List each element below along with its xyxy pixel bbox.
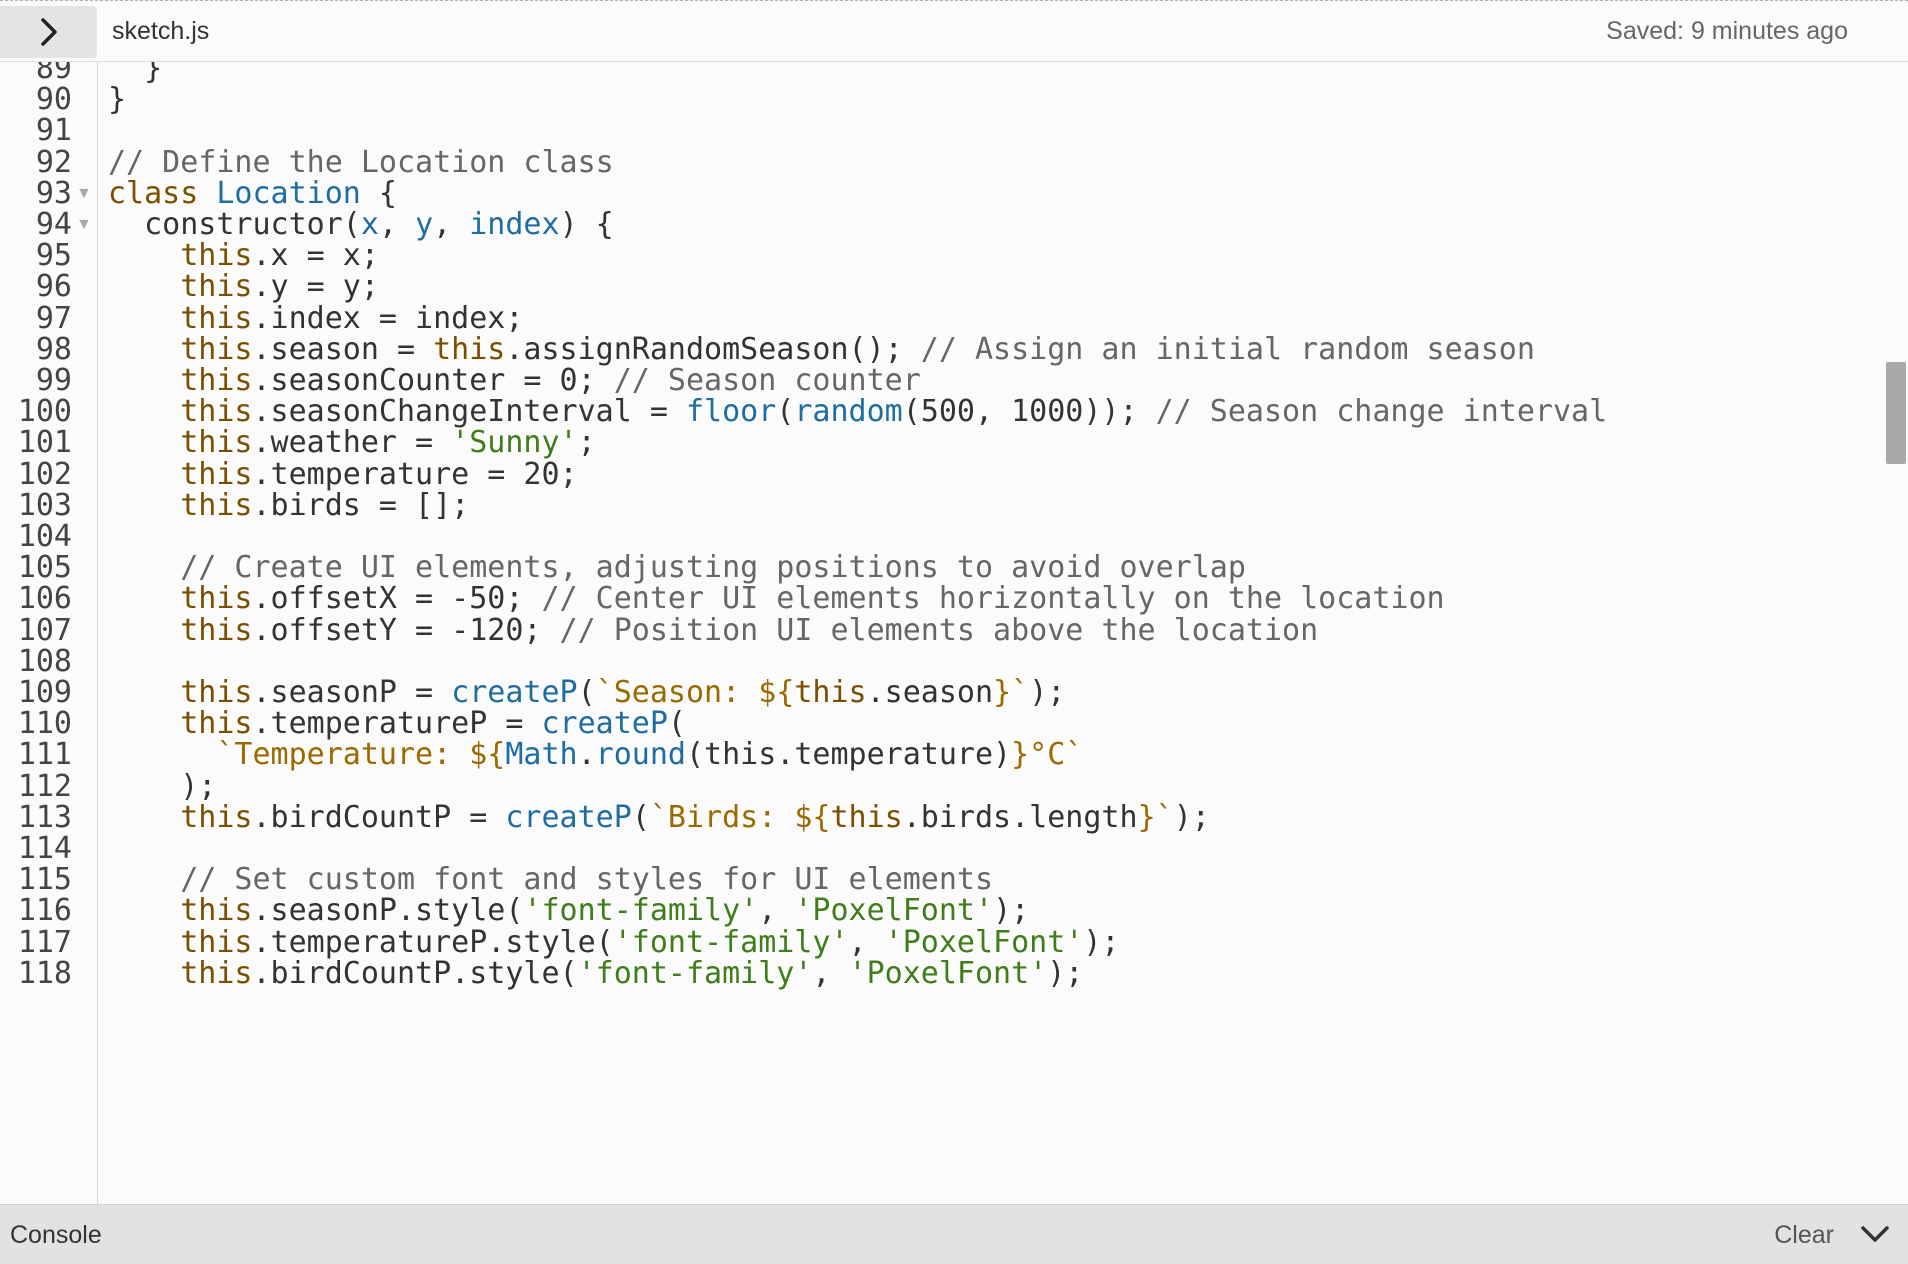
code-token: createP — [505, 799, 632, 835]
clear-console-button[interactable]: Clear — [1774, 1221, 1834, 1250]
code-token: ; — [577, 425, 596, 461]
code-token: this — [180, 612, 253, 648]
code-token: index — [469, 207, 560, 242]
code-token: , — [812, 955, 849, 991]
line-number: 118 — [17, 955, 72, 991]
code-token: // Season change interval — [1155, 394, 1608, 430]
code-token: // Assign an initial random season — [920, 331, 1535, 367]
code-token: .birdCountP.style( — [252, 955, 578, 991]
code-token: ( — [776, 394, 795, 430]
code-token: this — [180, 799, 253, 835]
code-token: }` — [1137, 799, 1174, 835]
code-token: y — [415, 207, 434, 242]
code-token: round — [595, 737, 686, 773]
code-line[interactable]: this.offsetY = -120; // Position UI elem… — [108, 612, 1318, 650]
code-token: this — [180, 487, 253, 523]
code-line[interactable]: } — [108, 81, 126, 119]
code-token: this — [794, 675, 867, 710]
code-line[interactable]: `Temperature: ${Math.round(this.temperat… — [108, 736, 1083, 774]
code-token: ); — [1029, 675, 1066, 710]
code-token: .offsetY = -120; — [252, 612, 560, 648]
code-token: this — [180, 955, 253, 991]
code-token: .birds = []; — [252, 487, 470, 523]
code-token: .birds.length — [902, 799, 1138, 835]
chevron-right-icon — [40, 18, 57, 46]
code-token: . — [577, 737, 596, 773]
code-token: `Temperature: ${ — [216, 737, 506, 773]
code-line[interactable]: this.birdCountP = createP(`Birds: ${this… — [108, 799, 1210, 837]
code-token: ); — [1173, 799, 1210, 835]
code-token: ); — [1083, 924, 1120, 960]
chevron-down-icon — [1861, 1226, 1889, 1242]
code-token: Math — [505, 737, 578, 773]
code-token: 'font-family' — [577, 955, 813, 991]
code-token: }` — [993, 675, 1030, 710]
editor-header: sketch.js Saved: 9 minutes ago — [0, 0, 1908, 62]
code-line[interactable]: this.birds = []; — [108, 487, 469, 525]
code-area[interactable]: }}// Define the Location class class Loca… — [108, 62, 1868, 1204]
console-collapse-button[interactable] — [1858, 1217, 1892, 1251]
saved-status: Saved: 9 minutes ago — [1606, 17, 1848, 45]
vertical-scrollbar[interactable] — [1884, 62, 1908, 1204]
code-token: (500, 1000)); — [902, 394, 1156, 430]
code-token: (this.temperature) — [685, 737, 1012, 773]
code-token: floor — [685, 394, 777, 430]
code-token: 'PoxelFont' — [848, 955, 1048, 991]
code-token: }°C` — [1011, 737, 1084, 773]
code-token: .birdCountP = — [252, 799, 506, 835]
code-token: ( — [631, 799, 650, 835]
code-editor[interactable]: 89 90 91 92 93 ▼ 94 ▼ 95 96 97 98 99 100 101 102 103 104 1… — [0, 62, 1908, 1204]
code-token: `Birds: ${ — [649, 799, 831, 835]
console-title: Console — [10, 1221, 102, 1249]
code-token: // Position UI elements above the locati… — [559, 612, 1319, 648]
scrollbar-thumb[interactable] — [1886, 362, 1906, 464]
file-name[interactable]: sketch.js — [112, 17, 209, 46]
line-number-gutter: 89 90 91 92 93 ▼ 94 ▼ 95 96 97 98 99 100 101 102 103 104 1… — [0, 62, 98, 1204]
code-token: this — [830, 799, 903, 835]
code-token: } — [108, 82, 127, 118]
code-token: , — [378, 207, 416, 242]
console-bar: Console Clear — [0, 1204, 1908, 1264]
code-token: ) { — [559, 207, 614, 242]
sidebar-toggle-button[interactable] — [0, 6, 97, 58]
code-token: .season — [866, 675, 994, 710]
fold-arrow-icon[interactable]: ▼ — [76, 206, 92, 244]
code-token: random — [794, 394, 903, 430]
code-token: ); — [1047, 955, 1084, 991]
code-line[interactable]: this.birdCountP.style('font-family', 'Po… — [108, 955, 1083, 993]
code-token: , — [433, 207, 470, 242]
